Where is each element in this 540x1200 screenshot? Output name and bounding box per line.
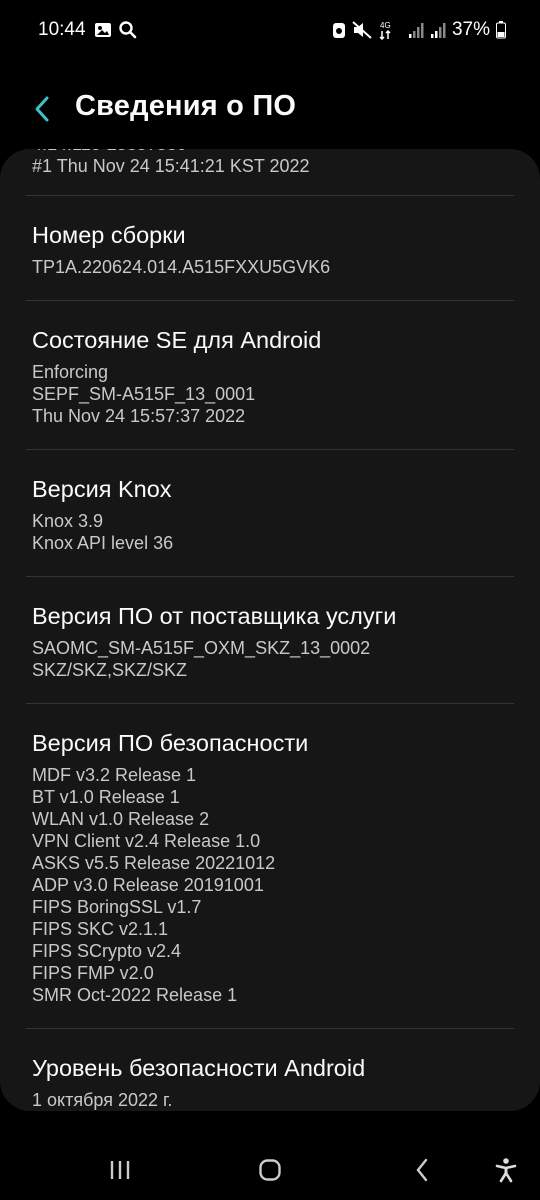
signal-icon-2 [430, 21, 446, 39]
info-card: 4.14.113-25357580 #1 Thu Nov 24 15:41:21… [0, 149, 540, 1111]
home-button[interactable] [250, 1155, 290, 1185]
network-4g-icon: 4G [378, 20, 402, 40]
chevron-left-icon [35, 96, 49, 122]
info-item-title: Версия Knox [32, 476, 172, 502]
app-header: Сведения о ПО [0, 78, 540, 140]
network-label: 4G [380, 21, 391, 30]
info-item-value: MDF v3.2 Release 1 BT v1.0 Release 1 WLA… [32, 765, 276, 1005]
recent-apps-icon [110, 1161, 130, 1179]
nav-back-button[interactable] [402, 1155, 442, 1185]
accessibility-icon [495, 1158, 517, 1183]
status-left-icons [94, 20, 137, 45]
info-item[interactable]: Номер сборки TP1A.220624.014.A515FXXU5GVK… [0, 196, 540, 300]
info-item[interactable]: Состояние SE для Android Enforcing SEPF_S… [0, 301, 540, 449]
info-item-value: Knox 3.9 Knox API level 36 [32, 511, 174, 553]
search-icon [118, 20, 137, 45]
home-icon [259, 1159, 281, 1181]
info-item-title: Версия ПО безопасности [32, 730, 309, 756]
info-item[interactable]: Уровень безопасности Android 1 октября 20… [0, 1029, 540, 1111]
info-list: 4.14.113-25357580 #1 Thu Nov 24 15:41:21… [0, 149, 540, 1111]
battery-icon [496, 21, 506, 39]
mute-icon [352, 21, 372, 39]
page-title: Сведения о ПО [75, 90, 297, 122]
signal-icon-1 [408, 21, 424, 39]
info-item-value: TP1A.220624.014.A515FXXU5GVK6 [32, 257, 331, 277]
status-right-icons: 4G 37% [332, 19, 506, 41]
info-item[interactable]: Версия ПО безопасности MDF v3.2 Release 1… [0, 704, 540, 1028]
info-item-title: Номер сборки [32, 222, 186, 248]
info-item-title: Состояние SE для Android [32, 327, 322, 353]
status-bar: 10:44 4G 37% [0, 0, 540, 60]
battery-saver-icon [332, 21, 346, 39]
status-time: 10:44 [38, 19, 86, 40]
info-item-title: Версия ПО от поставщика услуги [32, 603, 397, 629]
navigation-bar [0, 1130, 540, 1200]
recent-apps-button[interactable] [100, 1155, 140, 1185]
info-item-value: 4.14.113-25357580 #1 Thu Nov 24 15:41:21… [32, 149, 310, 176]
info-item[interactable]: Версия Knox Knox 3.9 Knox API level 36 [0, 450, 540, 576]
back-button[interactable] [28, 92, 56, 126]
info-item[interactable]: 4.14.113-25357580 #1 Thu Nov 24 15:41:21… [0, 149, 540, 195]
gallery-icon [94, 21, 112, 45]
info-item-value: 1 октября 2022 г. [32, 1090, 173, 1110]
back-icon [416, 1158, 428, 1182]
info-item[interactable]: Версия ПО от поставщика услуги SAOMC_SM-A… [0, 577, 540, 703]
accessibility-button[interactable] [486, 1155, 526, 1185]
info-item-title: Уровень безопасности Android [32, 1055, 366, 1081]
info-item-value: SAOMC_SM-A515F_OXM_SKZ_13_0002 SKZ/SKZ,S… [32, 638, 371, 680]
info-item-value: Enforcing SEPF_SM-A515F_13_0001 Thu Nov … [32, 362, 256, 426]
battery-percent: 37% [451, 19, 490, 40]
